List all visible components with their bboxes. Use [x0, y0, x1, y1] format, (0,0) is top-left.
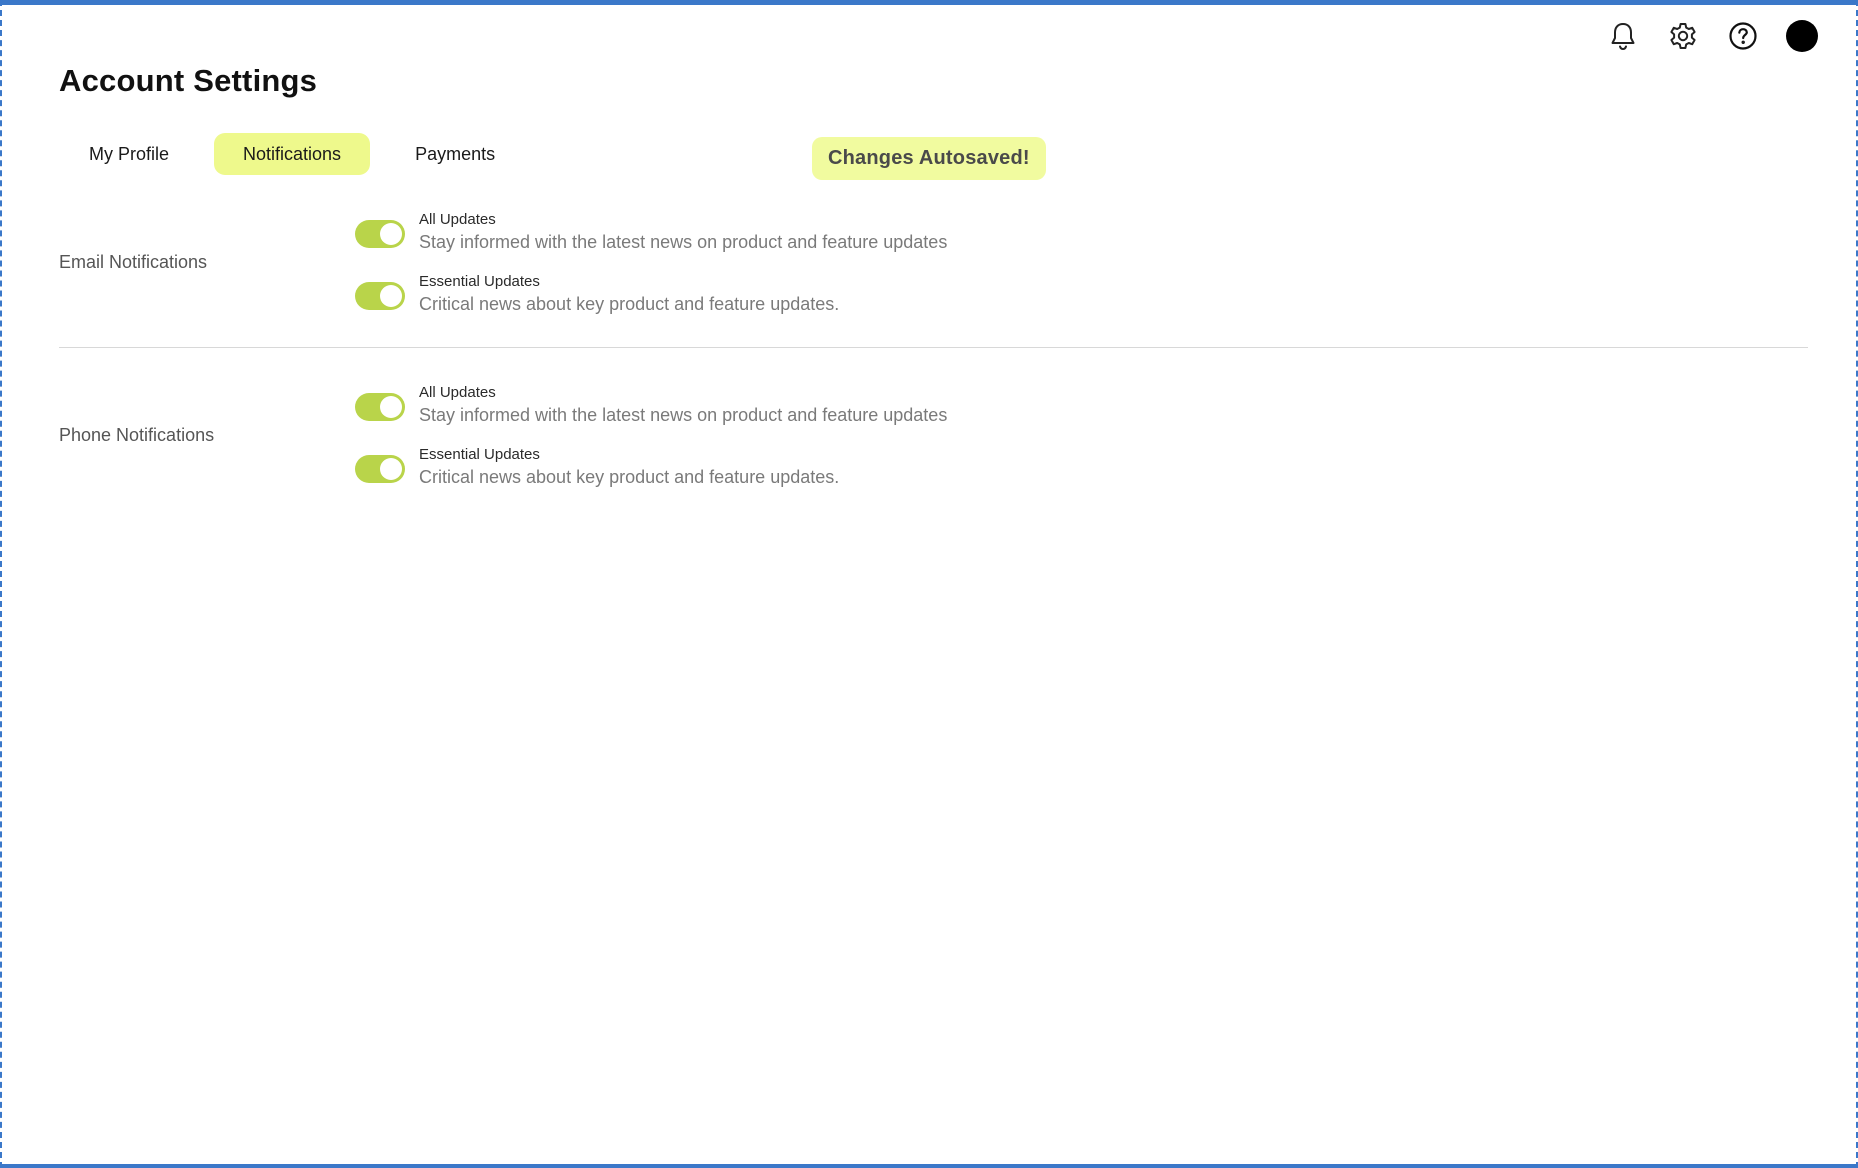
app-window: Account Settings My Profile Notification…	[0, 0, 1858, 1168]
phone-all-updates-toggle[interactable]	[355, 393, 405, 421]
section-label: Phone Notifications	[59, 425, 215, 445]
email-notifications-section: Email Notifications All Updates Stay inf…	[59, 210, 1808, 330]
option-description: Stay informed with the latest news on pr…	[419, 405, 948, 425]
email-essential-updates-option: Essential Updates Critical news about ke…	[355, 272, 839, 316]
option-description: Stay informed with the latest news on pr…	[419, 232, 948, 252]
email-all-updates-option: All Updates Stay informed with the lates…	[355, 210, 947, 254]
section-divider	[59, 347, 1808, 348]
top-toolbar	[1606, 19, 1818, 53]
option-title: All Updates	[419, 211, 496, 228]
option-title: Essential Updates	[419, 446, 540, 463]
toggle-knob	[380, 396, 402, 418]
tab-payments[interactable]: Payments	[386, 133, 524, 175]
section-label: Email Notifications	[59, 252, 208, 272]
phone-essential-updates-option: Essential Updates Critical news about ke…	[355, 445, 839, 489]
email-all-updates-toggle[interactable]	[355, 220, 405, 248]
option-title: Essential Updates	[419, 273, 540, 290]
avatar[interactable]	[1786, 20, 1818, 52]
option-title: All Updates	[419, 384, 496, 401]
email-essential-updates-toggle[interactable]	[355, 282, 405, 310]
help-icon[interactable]	[1726, 19, 1760, 53]
option-description: Critical news about key product and feat…	[419, 467, 840, 487]
autosave-badge: Changes Autosaved!	[812, 137, 1046, 180]
gear-icon[interactable]	[1666, 19, 1700, 53]
option-description: Critical news about key product and feat…	[419, 294, 840, 314]
phone-notifications-section: Phone Notifications All Updates Stay inf…	[59, 383, 1808, 503]
toggle-knob	[380, 285, 402, 307]
page-title: Account Settings	[59, 63, 318, 98]
phone-essential-updates-toggle[interactable]	[355, 455, 405, 483]
toggle-knob	[380, 458, 402, 480]
tab-notifications[interactable]: Notifications	[214, 133, 371, 175]
tab-my-profile[interactable]: My Profile	[60, 133, 198, 175]
toggle-knob	[380, 223, 402, 245]
settings-tabs: My Profile Notifications Payments	[60, 133, 540, 175]
bell-icon[interactable]	[1606, 19, 1640, 53]
phone-all-updates-option: All Updates Stay informed with the lates…	[355, 383, 947, 427]
